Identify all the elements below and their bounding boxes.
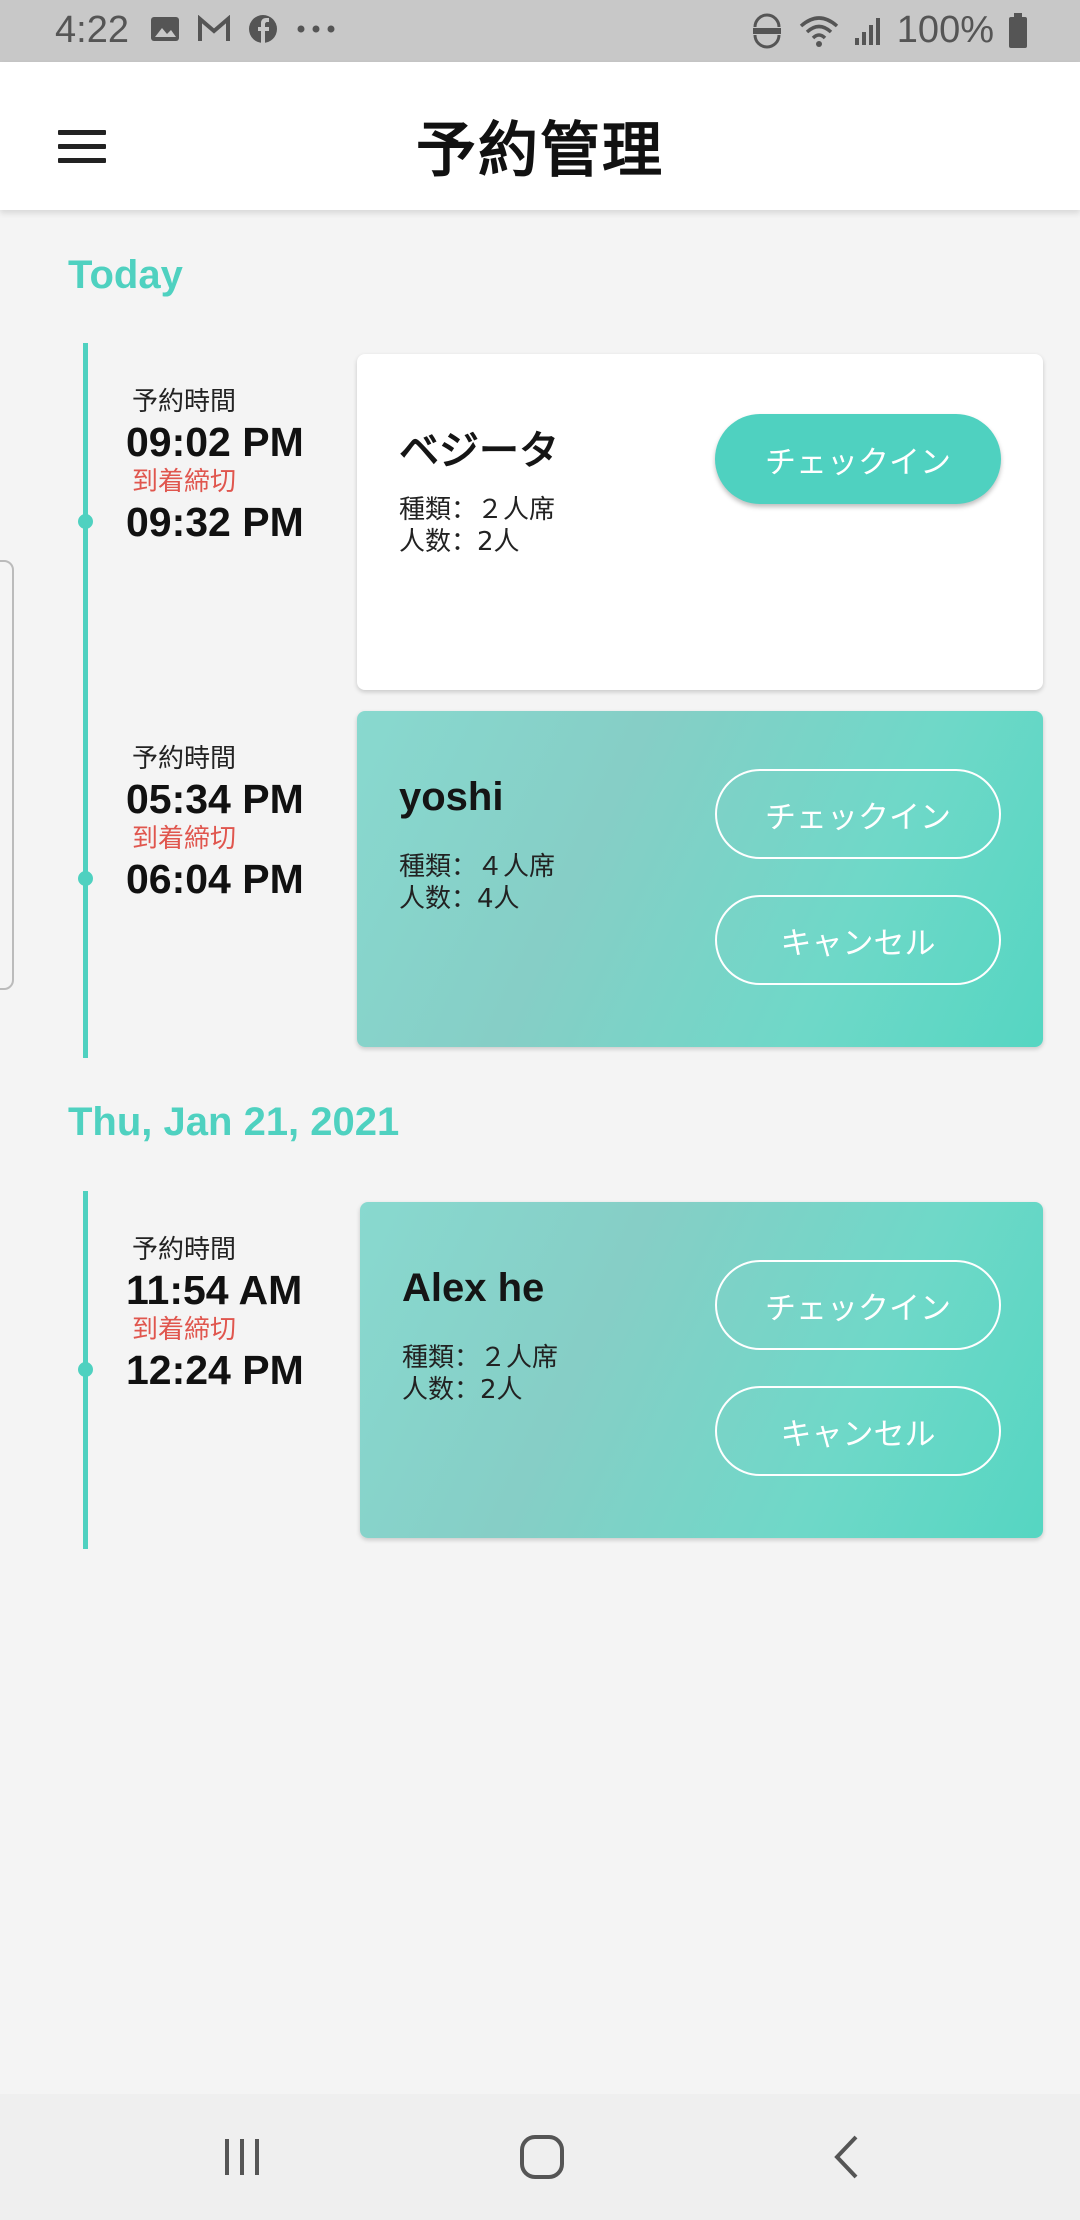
volte-icon xyxy=(752,13,781,48)
wifi-icon xyxy=(799,15,838,47)
time-block: 予約時間 05:34 PM 到着締切 06:04 PM xyxy=(126,743,336,903)
deadline-time: 09:32 PM xyxy=(126,499,304,545)
party-size: 人数：4人 xyxy=(399,884,520,914)
time-block: 予約時間 09:02 PM 到着締切 09:32 PM xyxy=(126,386,336,546)
status-time: 4:22 xyxy=(55,9,129,51)
drawer-edge-handle[interactable] xyxy=(0,560,14,990)
image-icon xyxy=(151,17,179,41)
deadline-time: 06:04 PM xyxy=(126,856,304,902)
deadline-time: 12:24 PM xyxy=(126,1347,304,1393)
cancel-button[interactable]: キャンセル xyxy=(715,895,1001,985)
customer-name: Alex he xyxy=(402,1266,545,1310)
deadline-label: 到着締切 xyxy=(132,1315,237,1345)
seat-type: 種類：２人席 xyxy=(399,495,556,525)
facebook-icon xyxy=(249,15,277,43)
reserve-time-label: 予約時間 xyxy=(132,387,237,417)
back-icon xyxy=(834,2135,858,2179)
party-size: 人数：2人 xyxy=(402,1375,523,1405)
checkin-button[interactable]: チェックイン xyxy=(715,769,1001,859)
home-icon xyxy=(520,2135,564,2179)
deadline-label: 到着締切 xyxy=(132,824,237,854)
reserve-time-label: 予約時間 xyxy=(132,744,237,774)
reservation-card[interactable]: Alex he 種類：２人席 人数：2人 チェックイン キャンセル xyxy=(360,1202,1043,1538)
checkin-button[interactable]: チェックイン xyxy=(715,414,1001,504)
reserve-time-label: 予約時間 xyxy=(132,1235,237,1265)
system-nav-bar xyxy=(0,2094,1080,2220)
checkin-button[interactable]: チェックイン xyxy=(715,1260,1001,1350)
deadline-label: 到着締切 xyxy=(132,467,237,497)
time-block: 予約時間 11:54 AM 到着締切 12:24 PM xyxy=(126,1234,336,1394)
seat-type: 種類：４人席 xyxy=(399,852,556,882)
gmail-icon xyxy=(198,15,230,41)
back-button[interactable] xyxy=(786,2094,906,2220)
status-bar: 4:22 100% xyxy=(0,0,1080,62)
app-bar: 予約管理 xyxy=(0,62,1080,210)
reservation-info: 種類：４人席 人数：4人 xyxy=(399,851,555,915)
customer-name: yoshi xyxy=(399,775,504,819)
home-button[interactable] xyxy=(482,2094,602,2220)
signal-icon xyxy=(854,17,880,45)
recent-apps-button[interactable] xyxy=(182,2094,302,2220)
party-size: 人数：2人 xyxy=(399,527,520,557)
reserve-time: 09:02 PM xyxy=(126,419,304,465)
recent-apps-icon xyxy=(225,2139,259,2175)
timeline-dot xyxy=(78,514,93,529)
customer-name: ベジータ xyxy=(399,429,559,473)
timeline-line xyxy=(83,343,88,1058)
reserve-time: 05:34 PM xyxy=(126,776,304,822)
timeline-dot xyxy=(78,1362,93,1377)
battery-percent: 100% xyxy=(896,9,994,51)
cancel-button[interactable]: キャンセル xyxy=(715,1386,1001,1476)
more-icon xyxy=(297,25,335,33)
battery-icon xyxy=(1009,12,1027,48)
reservation-card[interactable]: ベジータ 種類：２人席 人数：2人 チェックイン xyxy=(357,354,1043,690)
seat-type: 種類：２人席 xyxy=(402,1343,559,1373)
reservation-info: 種類：２人席 人数：2人 xyxy=(402,1342,558,1406)
section-label-today: Today xyxy=(68,253,183,297)
section-label-date: Thu, Jan 21, 2021 xyxy=(68,1100,400,1144)
timeline-dot xyxy=(78,871,93,886)
reservation-card[interactable]: yoshi 種類：４人席 人数：4人 チェックイン キャンセル xyxy=(357,711,1043,1047)
reservation-info: 種類：２人席 人数：2人 xyxy=(399,494,555,558)
reserve-time: 11:54 AM xyxy=(126,1267,303,1313)
page-title: 予約管理 xyxy=(416,116,664,186)
